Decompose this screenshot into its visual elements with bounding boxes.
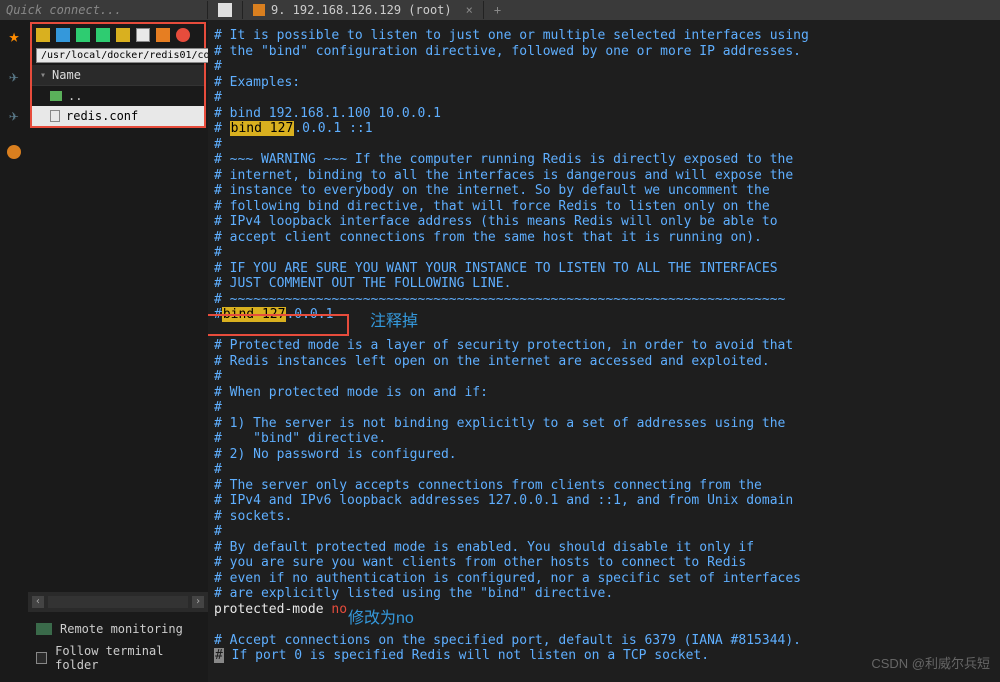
file-item[interactable]: redis.conf <box>32 106 204 126</box>
home-icon <box>218 3 232 17</box>
annotation-box <box>208 314 349 336</box>
code-line: # Protected mode is a layer of security … <box>214 338 793 353</box>
cursor: # <box>214 648 224 663</box>
monitoring-label: Remote monitoring <box>60 622 183 636</box>
file-name: redis.conf <box>66 109 138 123</box>
code-line: # ~~~~~~~~~~~~~~~~~~~~~~~~~~~~~~~~~~~~~~… <box>214 292 785 307</box>
code-line: protected-mode <box>214 602 331 617</box>
code-line: # the "bind" configuration directive, fo… <box>214 44 801 59</box>
file-icon <box>50 110 60 122</box>
code-line: # <box>214 90 222 105</box>
code-line: # you are sure you want clients from oth… <box>214 555 746 570</box>
code-line: # <box>214 245 222 260</box>
code-line: # <box>214 400 222 415</box>
code-line: # "bind" directive. <box>214 431 386 446</box>
stop-icon[interactable] <box>176 28 190 42</box>
annotation-text: 注释掉 <box>370 314 418 330</box>
quick-connect-input[interactable]: Quick connect... <box>0 1 208 19</box>
name-label: Name <box>52 68 81 82</box>
tab-session[interactable]: 9. 192.168.126.129 (root) × <box>243 1 484 19</box>
refresh-icon[interactable] <box>96 28 110 42</box>
orange-dot-icon[interactable] <box>7 145 21 159</box>
code-line: # <box>214 524 222 539</box>
terminal-icon <box>253 4 265 16</box>
parent-dir-label: .. <box>68 89 82 103</box>
settings-icon[interactable] <box>156 28 170 42</box>
code-line: # even if no authentication is configure… <box>214 571 801 586</box>
code-line: # When protected mode is on and if: <box>214 385 488 400</box>
code-line: # The server only accepts connections fr… <box>214 478 762 493</box>
send-icon-2[interactable]: ✈ <box>9 106 19 125</box>
code-line: # internet, binding to all the interface… <box>214 168 793 183</box>
code-line: # It is possible to listen to just one o… <box>214 28 809 43</box>
parent-dir[interactable]: .. <box>32 86 204 106</box>
scroll-track[interactable] <box>48 596 188 608</box>
code-line: # <box>214 369 222 384</box>
code-line: # 2) No password is configured. <box>214 447 457 462</box>
code-line: # Accept connections on the specified po… <box>214 633 801 648</box>
code-line: # JUST COMMENT OUT THE FOLLOWING LINE. <box>214 276 511 291</box>
star-icon[interactable]: ★ <box>9 26 20 47</box>
download-icon[interactable] <box>56 28 70 42</box>
tab-home[interactable] <box>208 1 243 19</box>
code-line: # <box>214 121 230 136</box>
scroll-left-icon[interactable]: ‹ <box>32 596 44 608</box>
code-line: # By default protected mode is enabled. … <box>214 540 754 555</box>
toolbar-icons <box>32 24 204 46</box>
code-line: # <box>214 59 222 74</box>
editor[interactable]: # It is possible to listen to just one o… <box>208 20 1000 682</box>
annotation-highlight-box: /usr/local/docker/redis01/conf/ ✓ ▾ Name… <box>30 22 206 128</box>
folder-new-icon[interactable] <box>116 28 130 42</box>
code-line: # IF YOU ARE SURE YOU WANT YOUR INSTANCE… <box>214 261 778 276</box>
code-line: # bind 192.168.1.100 10.0.0.1 <box>214 106 441 121</box>
code-line: # instance to everybody on the internet.… <box>214 183 770 198</box>
side-panel: /usr/local/docker/redis01/conf/ ✓ ▾ Name… <box>28 20 208 682</box>
name-column-header[interactable]: ▾ Name <box>32 65 204 86</box>
code-value: no <box>331 602 347 617</box>
folder-up-icon <box>50 91 62 101</box>
tab-area: 9. 192.168.126.129 (root) × + <box>208 0 511 20</box>
code-line: # following bind directive, that will fo… <box>214 199 770 214</box>
file-icon[interactable] <box>136 28 150 42</box>
code-line: # Examples: <box>214 75 300 90</box>
code-line: # ~~~ WARNING ~~~ If the computer runnin… <box>214 152 793 167</box>
code-line: If port 0 is specified Redis will not li… <box>224 648 709 663</box>
expand-icon: ▾ <box>40 70 46 81</box>
code-line: # IPv4 loopback interface address (this … <box>214 214 778 229</box>
code-line: .0.0.1 ::1 <box>294 121 372 136</box>
scrollbar[interactable]: ‹ › <box>28 592 208 612</box>
monitor-icon <box>36 623 52 635</box>
spacer <box>28 130 208 592</box>
code-line: # <box>214 462 222 477</box>
code-line: # sockets. <box>214 509 292 524</box>
scroll-right-icon[interactable]: › <box>192 596 204 608</box>
left-strip: ★ ✈ ✈ <box>0 20 28 682</box>
close-icon[interactable]: × <box>466 3 473 17</box>
code-line: # IPv4 and IPv6 loopback addresses 127.0… <box>214 493 793 508</box>
path-input[interactable]: /usr/local/docker/redis01/conf/ <box>36 48 233 63</box>
checkbox[interactable] <box>36 652 47 664</box>
annotation-text: 修改为no <box>348 611 414 627</box>
watermark: CSDN @利威尔兵短 <box>871 653 990 672</box>
tab-add-button[interactable]: + <box>484 1 511 19</box>
highlighted: bind 127 <box>230 121 295 136</box>
follow-terminal[interactable]: Follow terminal folder <box>36 640 200 676</box>
folder-icon[interactable] <box>36 28 50 42</box>
main-layout: ★ ✈ ✈ /usr/local/docker/redis01/conf/ ✓ <box>0 20 1000 682</box>
file-browser: ▾ Name .. redis.conf <box>32 65 204 126</box>
code-line: # Redis instances left open on the inter… <box>214 354 770 369</box>
code-line: # 1) The server is not binding explicitl… <box>214 416 785 431</box>
top-bar: Quick connect... 9. 192.168.126.129 (roo… <box>0 0 1000 20</box>
tab-label: 9. 192.168.126.129 (root) <box>271 3 452 17</box>
bottom-actions: Remote monitoring Follow terminal folder <box>28 612 208 682</box>
remote-monitoring[interactable]: Remote monitoring <box>36 618 200 640</box>
send-icon[interactable]: ✈ <box>9 67 19 86</box>
upload-icon[interactable] <box>76 28 90 42</box>
code-line: # are explicitly listed using the "bind"… <box>214 586 613 601</box>
code-line: # <box>214 137 222 152</box>
code-line: # accept client connections from the sam… <box>214 230 762 245</box>
follow-label: Follow terminal folder <box>55 644 200 672</box>
path-row: /usr/local/docker/redis01/conf/ ✓ <box>32 46 204 65</box>
